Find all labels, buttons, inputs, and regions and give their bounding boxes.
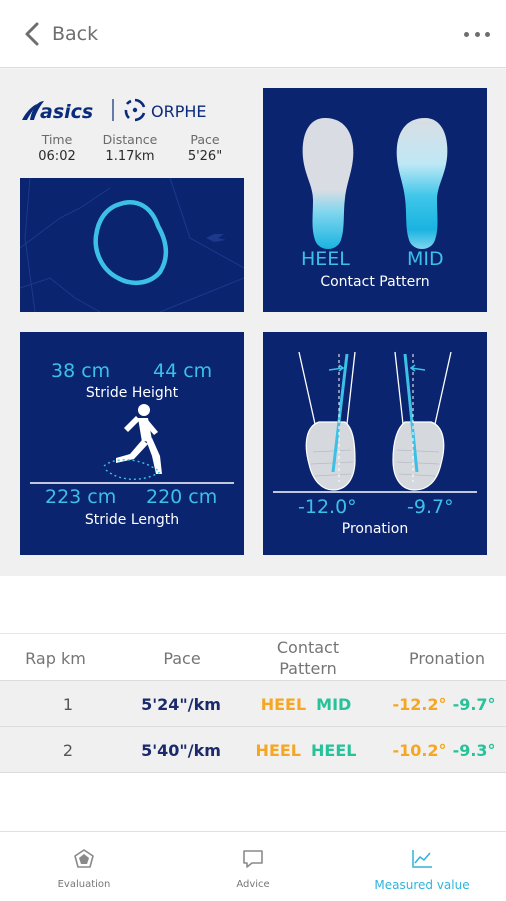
header-pace: Pace	[163, 648, 201, 668]
table-row[interactable]: 1 5'24"/km HEEL MID -12.2° -9.7°	[0, 681, 506, 727]
brand-logos: asics ORPHE	[20, 96, 242, 124]
route-map-card[interactable]	[20, 178, 244, 312]
asics-wordmark: asics	[40, 101, 93, 123]
more-dots-icon[interactable]	[464, 24, 490, 44]
right-contact-value: MID	[407, 248, 444, 270]
lap-pron-left: -12.2°	[392, 694, 447, 714]
right-footprint	[396, 118, 448, 249]
orphe-wordmark: ORPHE	[151, 102, 207, 121]
runner-icon	[116, 404, 162, 474]
stride-length-title: Stride Length	[84, 512, 180, 528]
stride-length-left: 223 cm	[45, 486, 117, 508]
lap-contact-left: HEEL	[260, 694, 307, 714]
lap-pronation: -12.2° -9.7°	[386, 681, 502, 727]
lap-contact-left: HEEL	[255, 740, 301, 760]
stride-height-title: Stride Height	[85, 385, 179, 401]
pronation-title: Pronation	[341, 521, 409, 537]
lap-contact: HEEL HEEL	[250, 727, 362, 773]
route-map	[20, 178, 244, 312]
tab-advice[interactable]: Advice	[169, 832, 337, 901]
lap-pronation: -10.2° -9.3°	[386, 727, 502, 773]
left-contact-value: HEEL	[301, 248, 350, 270]
tab-evaluation-label: Evaluation	[57, 879, 111, 890]
pace-stat: Pace 5'26"	[165, 132, 245, 166]
route-loop	[93, 200, 169, 286]
shoes	[305, 421, 445, 491]
back-button[interactable]: Back	[22, 19, 98, 49]
distance-stat: Distance 1.17km	[90, 132, 170, 166]
header-lap: Rap km	[25, 648, 86, 668]
chevron-left-icon	[25, 22, 39, 46]
tab-measured-value[interactable]: Measured value	[338, 832, 506, 901]
lap-contact-right: MID	[316, 694, 352, 714]
pronation-right-value: -9.7°	[407, 496, 454, 518]
brand-logo: asics ORPHE	[22, 98, 207, 123]
pace-label: Pace	[190, 132, 220, 147]
lap-contact-right: HEEL	[311, 740, 357, 760]
lap-number: 2	[62, 740, 74, 760]
table-row[interactable]: 2 5'40"/km HEEL HEEL -10.2° -9.3°	[0, 727, 506, 773]
back-label: Back	[52, 23, 99, 45]
lap-pace: 5'24"/km	[141, 694, 221, 714]
time-value: 06:02	[38, 149, 76, 164]
stride-card[interactable]: 38 cm 44 cm Stride Height 223 cm 220 cm …	[20, 332, 244, 555]
orphe-symbol	[124, 98, 146, 122]
line-chart-icon	[412, 850, 432, 868]
header-pronation: Pronation	[409, 648, 485, 668]
run-stats: Time 06:02 Distance 1.17km Pace 5'26"	[20, 132, 244, 168]
pronation-card[interactable]: -12.0° -9.7° Pronation	[263, 332, 487, 555]
speech-bubble-icon	[243, 850, 263, 868]
contact-pattern-card[interactable]: HEEL MID Contact Pattern	[263, 88, 487, 312]
table-header: Rap km Pace Contact Pattern Pronation	[0, 633, 506, 681]
time-stat: Time 06:02	[17, 132, 97, 166]
pace-value: 5'26"	[187, 149, 223, 164]
lap-pron-left: -10.2°	[392, 740, 447, 760]
tab-advice-label: Advice	[236, 879, 270, 890]
evaluation-icon	[74, 849, 94, 868]
distance-label: Distance	[102, 132, 158, 147]
tab-measured-value-label: Measured value	[374, 878, 470, 892]
contact-pattern-title: Contact Pattern	[320, 274, 430, 290]
distance-value: 1.17km	[105, 149, 155, 164]
header-bar: Back	[0, 0, 506, 68]
lap-pron-right: -9.7°	[452, 694, 496, 714]
pronation-left-value: -12.0°	[298, 496, 357, 518]
stride-height-right: 44 cm	[153, 360, 213, 382]
lap-pace: 5'40"/km	[141, 740, 221, 760]
time-label: Time	[41, 132, 73, 147]
bottom-tab-bar: Evaluation Advice Measured value	[0, 831, 506, 900]
lap-number: 1	[62, 694, 74, 714]
stride-height-left: 38 cm	[51, 360, 111, 382]
lap-contact: HEEL MID	[250, 681, 362, 727]
stride-length-right: 220 cm	[146, 486, 218, 508]
legs-outline	[298, 351, 452, 425]
left-footprint	[302, 118, 354, 249]
header-contact: Contact Pattern	[276, 638, 340, 678]
lap-table: Rap km Pace Contact Pattern Pronation 1 …	[0, 633, 506, 774]
lap-pron-right: -9.3°	[452, 740, 496, 760]
tab-evaluation[interactable]: Evaluation	[0, 832, 168, 901]
